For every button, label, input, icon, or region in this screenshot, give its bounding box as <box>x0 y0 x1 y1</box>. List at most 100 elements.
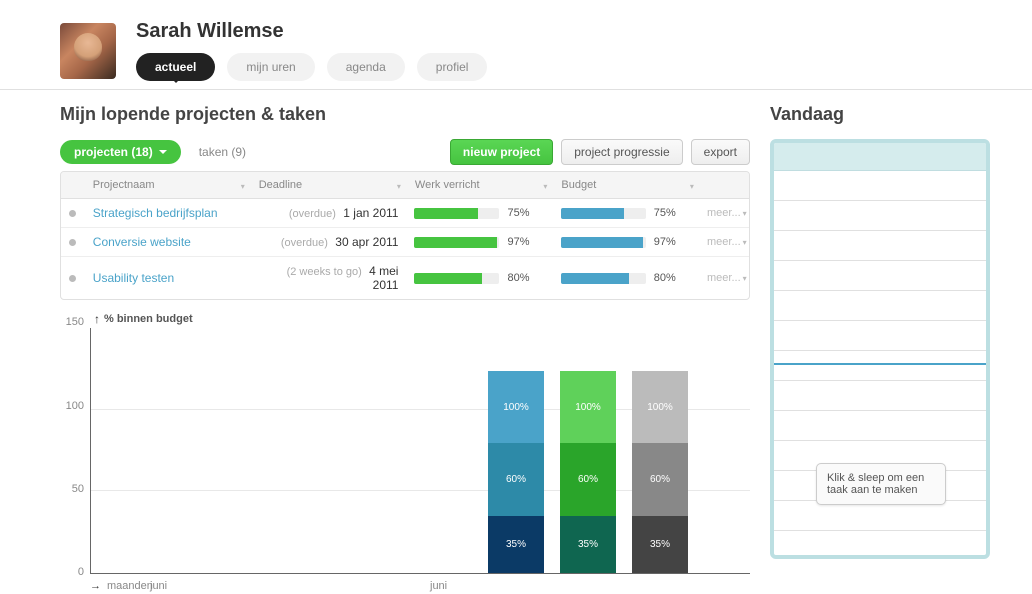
page-title: Sarah Willemse <box>136 20 487 43</box>
filter-projecten-label: projecten (18) <box>74 145 153 159</box>
chart-bar-label: '11 <box>158 560 168 569</box>
chart-stacked-bar: 35%60%100% <box>488 371 544 573</box>
table-row: Conversie website(overdue) 30 apr 201197… <box>61 228 749 257</box>
agenda-slot[interactable] <box>774 201 986 231</box>
chart-stacked-bar: 35%60%100% <box>632 371 688 573</box>
chevron-down-icon <box>159 150 167 154</box>
agenda-slot[interactable] <box>774 261 986 291</box>
th-budget[interactable]: Budget▾ <box>553 172 699 198</box>
project-link[interactable]: Strategisch bedrijfsplan <box>93 206 218 220</box>
chart-segment: 100% <box>488 371 544 443</box>
more-actions-link[interactable]: meer... <box>707 207 747 219</box>
new-project-button[interactable]: nieuw project <box>450 139 553 165</box>
chart-bar-label: J <box>439 560 443 569</box>
chart-segment: 60% <box>632 443 688 515</box>
chart-bar-label: I <box>414 560 416 569</box>
budget-chart: % binnen budget 150 100 50 0 '09'10'11AB… <box>60 312 750 592</box>
current-time-indicator <box>774 363 986 365</box>
header: Sarah Willemse actueel mijn uren agenda … <box>0 0 1032 90</box>
chart-stacked-bar: 35%60%100% <box>560 371 616 573</box>
chart-bar-label: E <box>313 560 318 569</box>
budget-percent: 97% <box>654 236 686 248</box>
table-row: Strategisch bedrijfsplan (overdue) 1 jan … <box>61 199 749 228</box>
work-progress-bar <box>414 273 499 284</box>
sidebar-title: Vandaag <box>770 104 990 125</box>
agenda-slot[interactable] <box>774 291 986 321</box>
chart-bar-label: '10 <box>132 560 142 569</box>
table-row: Usability testen (2 weeks to go) 4 mei 20… <box>61 257 749 299</box>
work-percent: 75% <box>507 207 539 219</box>
tabs: actueel mijn uren agenda profiel <box>136 53 487 81</box>
agenda-slot[interactable] <box>774 501 986 531</box>
deadline-date: 1 jan 2011 <box>343 206 398 220</box>
agenda-header <box>774 143 986 171</box>
deadline-status: (2 weeks to go) <box>287 266 362 278</box>
sort-icon: ▾ <box>241 182 245 191</box>
agenda-slot[interactable] <box>774 351 986 381</box>
chart-bar-label: A <box>213 560 218 569</box>
agenda-slot[interactable] <box>774 411 986 441</box>
sort-icon: ▾ <box>690 182 694 191</box>
chart-ylabel: % binnen budget <box>104 313 193 325</box>
status-dot-icon <box>69 275 76 282</box>
chart-bar-label: C <box>263 560 269 569</box>
agenda-hint-tooltip: Klik & sleep om een taak aan te maken <box>816 463 946 505</box>
filter-projecten-pill[interactable]: projecten (18) <box>60 140 181 164</box>
chart-bar-label: D <box>288 560 294 569</box>
sort-icon: ▾ <box>543 182 547 191</box>
agenda-slot[interactable] <box>774 381 986 411</box>
status-dot-icon <box>69 239 76 246</box>
budget-progress-bar <box>561 273 646 284</box>
chart-bar-label: H <box>388 560 394 569</box>
th-deadline[interactable]: Deadline▾ <box>251 172 407 198</box>
tab-actueel[interactable]: actueel <box>136 53 215 81</box>
filter-taken-pill[interactable]: taken (9) <box>189 140 256 164</box>
chart-bar-label: B <box>238 560 243 569</box>
chart-segment: 60% <box>488 443 544 515</box>
agenda-slot[interactable] <box>774 231 986 261</box>
work-progress-bar <box>414 237 499 248</box>
budget-progress-bar <box>561 237 646 248</box>
chart-segment: 35% <box>560 516 616 573</box>
deadline-date: 4 mei 2011 <box>369 264 398 292</box>
chart-segment: 35% <box>632 516 688 573</box>
chart-x-segment-1: juni <box>150 580 167 592</box>
chart-xlabel: maanden <box>107 580 153 592</box>
project-link[interactable]: Conversie website <box>93 235 191 249</box>
arrow-up-icon <box>94 312 100 326</box>
deadline-status: (overdue) <box>281 237 328 249</box>
budget-percent: 75% <box>654 207 686 219</box>
avatar[interactable] <box>60 23 116 79</box>
chart-bar-label: F <box>338 560 343 569</box>
th-werk[interactable]: Werk verricht▾ <box>407 172 553 198</box>
projects-table: Projectnaam▾ Deadline▾ Werk verricht▾ Bu… <box>60 171 750 300</box>
export-button[interactable]: export <box>691 139 750 165</box>
toolbar: projecten (18) taken (9) nieuw project p… <box>60 139 750 165</box>
work-percent: 80% <box>507 272 539 284</box>
tab-profiel[interactable]: profiel <box>417 53 488 81</box>
agenda-panel[interactable]: Klik & sleep om een taak aan te maken <box>770 139 990 559</box>
more-actions-link[interactable]: meer... <box>707 236 747 248</box>
sort-icon: ▾ <box>397 182 401 191</box>
budget-percent: 80% <box>654 272 686 284</box>
agenda-slot[interactable] <box>774 321 986 351</box>
tab-agenda[interactable]: agenda <box>327 53 405 81</box>
agenda-slot[interactable] <box>774 171 986 201</box>
th-projectnaam[interactable]: Projectnaam▾ <box>85 172 251 198</box>
budget-progress-bar <box>561 208 646 219</box>
chart-bar-label: G <box>362 560 368 569</box>
arrow-right-icon <box>90 580 101 592</box>
chart-x-segment-2: juni <box>430 580 447 592</box>
more-actions-link[interactable]: meer... <box>707 272 747 284</box>
section-title: Mijn lopende projecten & taken <box>60 104 750 125</box>
deadline-status: (overdue) <box>289 208 336 220</box>
project-link[interactable]: Usability testen <box>93 271 174 285</box>
chart-segment: 35% <box>488 516 544 573</box>
chart-segment: 60% <box>560 443 616 515</box>
table-header: Projectnaam▾ Deadline▾ Werk verricht▾ Bu… <box>61 172 749 199</box>
status-dot-icon <box>69 210 76 217</box>
chart-segment: 100% <box>560 371 616 443</box>
work-percent: 97% <box>507 236 539 248</box>
project-progression-button[interactable]: project progressie <box>561 139 682 165</box>
tab-mijn-uren[interactable]: mijn uren <box>227 53 314 81</box>
